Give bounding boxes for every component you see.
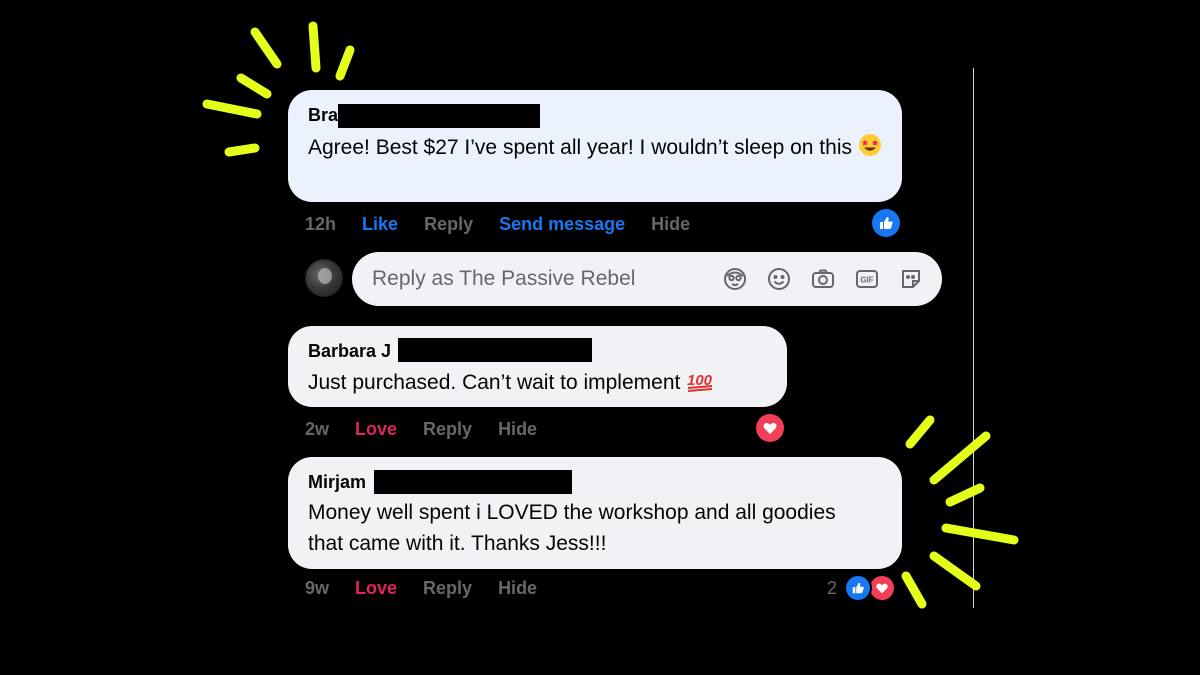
send-message-button[interactable]: Send message — [499, 214, 625, 235]
reply-box[interactable]: GIF — [352, 252, 942, 306]
hide-button[interactable]: Hide — [498, 578, 537, 599]
comment-timestamp[interactable]: 2w — [305, 419, 329, 440]
comment-actions-2: 2w Love Reply Hide — [305, 419, 563, 440]
comment-thread: Bra Agree! Best $27 I’ve spent all year!… — [0, 0, 1200, 675]
reply-button[interactable]: Reply — [423, 419, 472, 440]
love-icon[interactable] — [756, 414, 784, 442]
comment-text: Just purchased. Can’t wait to implement … — [308, 371, 713, 394]
comment-text: Money well spent i LOVED the workshop an… — [308, 501, 836, 555]
redaction-bar — [398, 338, 592, 362]
love-button[interactable]: Love — [355, 578, 397, 599]
hundred-points-emoji: 100 — [687, 372, 713, 392]
comment-text: Agree! Best $27 I’ve spent all year! I w… — [308, 132, 882, 163]
comment-timestamp[interactable]: 12h — [305, 214, 336, 235]
reply-tools: GIF — [706, 264, 926, 294]
highlight-burst-bottom-right — [901, 415, 1019, 609]
star-struck-emoji — [858, 134, 881, 156]
like-button[interactable]: Like — [362, 214, 398, 235]
reply-button[interactable]: Reply — [424, 214, 473, 235]
reaction-count[interactable]: 2 — [827, 578, 837, 599]
hide-button[interactable]: Hide — [651, 214, 690, 235]
redaction-bar — [374, 470, 572, 494]
svg-text:GIF: GIF — [860, 276, 873, 285]
comment-actions-1: 12h Like Reply Send message Hide — [305, 214, 716, 235]
avatar[interactable] — [305, 259, 343, 297]
camera-icon[interactable] — [808, 264, 838, 294]
avatar-sticker-icon[interactable] — [720, 264, 750, 294]
love-button[interactable]: Love — [355, 419, 397, 440]
comment-timestamp[interactable]: 9w — [305, 578, 329, 599]
smiley-icon[interactable] — [764, 264, 794, 294]
reply-input[interactable] — [372, 267, 712, 291]
gif-icon[interactable]: GIF — [852, 264, 882, 294]
redaction-bar — [338, 104, 540, 128]
hide-button[interactable]: Hide — [498, 419, 537, 440]
love-icon[interactable] — [868, 574, 896, 602]
comment-actions-3: 9w Love Reply Hide — [305, 578, 563, 599]
reply-button[interactable]: Reply — [423, 578, 472, 599]
sticker-icon[interactable] — [896, 264, 926, 294]
like-icon[interactable] — [844, 574, 872, 602]
like-icon[interactable] — [872, 209, 900, 237]
